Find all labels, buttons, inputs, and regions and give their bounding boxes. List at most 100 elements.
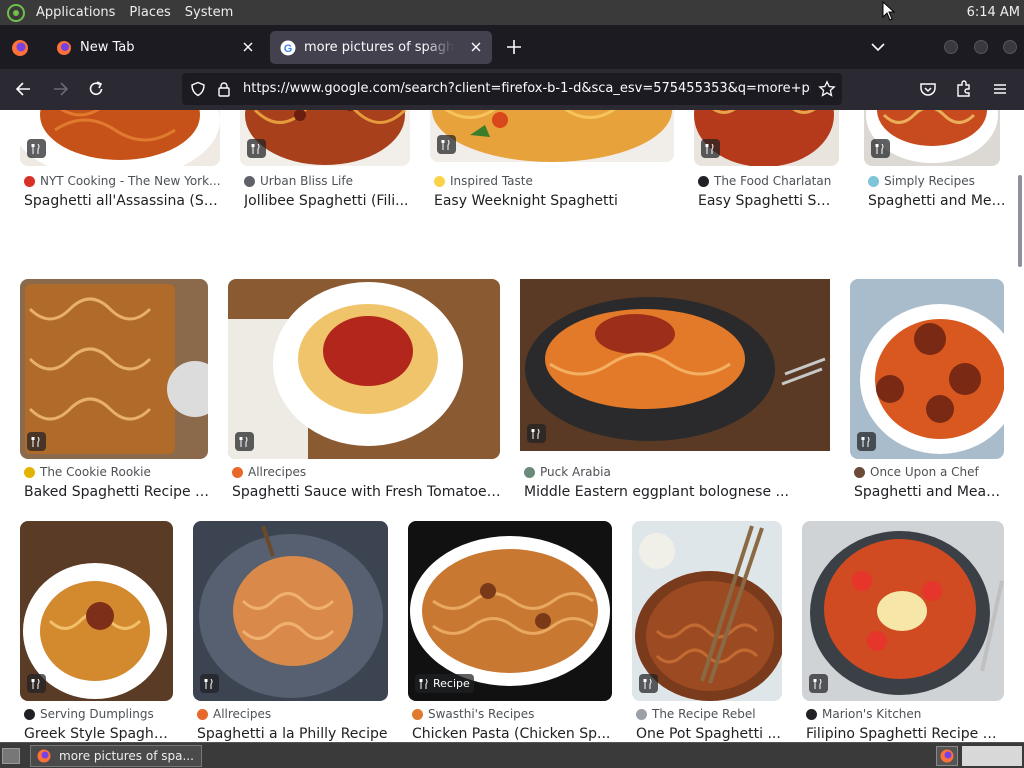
result-thumbnail[interactable] <box>430 110 674 162</box>
utensils-icon <box>875 143 884 154</box>
result-thumbnail[interactable]: Recipe <box>408 521 612 701</box>
site-favicon-icon <box>412 708 423 720</box>
result-title[interactable]: Middle Eastern eggplant bolognese ... <box>524 484 824 500</box>
image-result-card[interactable]: Allrecipes Spaghetti a la Philly Recipe <box>193 521 388 742</box>
result-source: NYT Cooking - The New York... <box>24 174 221 188</box>
workspace-switcher[interactable] <box>936 746 958 766</box>
image-result-card[interactable]: Marion's Kitchen Filipino Spaghetti Reci… <box>802 521 1004 742</box>
recipe-badge <box>809 674 828 693</box>
result-thumbnail[interactable] <box>520 279 830 451</box>
lock-icon[interactable] <box>216 81 232 97</box>
result-title[interactable]: Greek Style Spaghe... <box>24 726 174 742</box>
utensils-icon <box>643 678 652 689</box>
utensils-icon <box>531 428 540 439</box>
close-window-button[interactable] <box>1003 40 1017 54</box>
pocket-icon[interactable] <box>918 79 938 99</box>
result-thumbnail[interactable] <box>193 521 388 701</box>
tab-bar: New Tab G more pictures of spaghetti - G… <box>0 25 1024 69</box>
bookmark-star-icon[interactable] <box>818 80 836 98</box>
menu-system[interactable]: System <box>178 0 240 25</box>
result-source: The Cookie Rookie <box>24 465 151 479</box>
image-results-grid: NYT Cooking - The New York... Spaghetti … <box>0 110 1024 742</box>
result-source: Swasthi's Recipes <box>412 707 534 721</box>
image-result-card[interactable]: Puck Arabia Middle Eastern eggplant bolo… <box>520 279 830 505</box>
firefox-icon <box>37 749 51 763</box>
site-favicon-icon <box>524 466 535 478</box>
image-result-card[interactable]: Serving Dumplings Greek Style Spaghe... <box>20 521 176 742</box>
panel-clock[interactable]: 6:14 AM <box>967 0 1020 25</box>
result-title[interactable]: Easy Weeknight Spaghetti <box>434 193 678 209</box>
tracking-protection-shield-icon[interactable] <box>190 81 206 97</box>
result-thumbnail[interactable] <box>20 279 208 459</box>
image-result-card[interactable]: The Food Charlatan Easy Spaghetti Sa... <box>694 110 839 220</box>
result-title[interactable]: Spaghetti and Meat... <box>854 484 1004 500</box>
result-thumbnail[interactable] <box>228 279 500 459</box>
image-result-card[interactable]: Simply Recipes Spaghetti and Mea... <box>864 110 1008 220</box>
menu-applications[interactable]: Applications <box>29 0 122 25</box>
result-title[interactable]: Spaghetti a la Philly Recipe <box>197 726 389 742</box>
result-thumbnail[interactable] <box>694 110 839 166</box>
firefox-view-button[interactable] <box>6 34 34 62</box>
result-title[interactable]: Spaghetti Sauce with Fresh Tomatoes ... <box>232 484 504 500</box>
url-text[interactable]: https://www.google.com/search?client=fir… <box>243 73 811 105</box>
image-result-card[interactable]: Urban Bliss Life Jollibee Spaghetti (Fil… <box>240 110 410 220</box>
result-thumbnail[interactable] <box>632 521 782 701</box>
utensils-icon <box>441 139 450 150</box>
result-source: Once Upon a Chef <box>854 465 979 479</box>
distro-logo-icon[interactable] <box>5 2 27 24</box>
utensils-icon <box>31 678 40 689</box>
extensions-puzzle-icon[interactable] <box>954 79 974 99</box>
result-thumbnail[interactable] <box>240 110 410 166</box>
bottom-taskbar: more pictures of spa... <box>0 742 1024 768</box>
recipe-badge <box>27 432 46 451</box>
show-desktop-icon[interactable] <box>2 748 20 764</box>
result-title[interactable]: Baked Spaghetti Recipe -... <box>24 484 212 500</box>
menu-places[interactable]: Places <box>122 0 177 25</box>
image-result-card[interactable]: The Cookie Rookie Baked Spaghetti Recipe… <box>20 279 212 505</box>
workspace-switcher-empty[interactable] <box>962 746 1022 766</box>
close-tab-icon[interactable] <box>468 39 484 55</box>
hamburger-menu-icon[interactable] <box>990 79 1010 99</box>
result-thumbnail[interactable] <box>20 521 173 701</box>
taskbar-window-button[interactable]: more pictures of spa... <box>30 745 202 767</box>
recipe-badge <box>437 135 456 154</box>
result-title[interactable]: Spaghetti and Mea... <box>868 193 1008 209</box>
result-thumbnail[interactable] <box>864 110 1000 166</box>
tab-new-tab[interactable]: New Tab <box>44 31 264 64</box>
forward-arrow-icon[interactable] <box>50 79 70 99</box>
close-tab-icon[interactable] <box>240 39 256 55</box>
result-thumbnail[interactable] <box>850 279 1004 459</box>
image-result-card[interactable]: Inspired Taste Easy Weeknight Spaghetti <box>430 110 674 220</box>
result-source: Puck Arabia <box>524 465 611 479</box>
image-result-card[interactable]: NYT Cooking - The New York... Spaghetti … <box>20 110 224 220</box>
result-source: Simply Recipes <box>868 174 975 188</box>
site-favicon-icon <box>868 175 879 187</box>
result-title[interactable]: Spaghetti all'Assassina (Spi... <box>24 193 224 209</box>
url-bar[interactable]: https://www.google.com/search?client=fir… <box>182 73 842 105</box>
utensils-icon <box>251 143 260 154</box>
utensils-icon <box>31 143 40 154</box>
result-title[interactable]: Easy Spaghetti Sa... <box>698 193 838 209</box>
new-tab-plus-icon[interactable] <box>505 38 523 56</box>
recipe-badge <box>527 424 546 443</box>
tab-google-search[interactable]: G more pictures of spaghetti - Google Se… <box>270 31 492 64</box>
result-source: The Recipe Rebel <box>636 707 756 721</box>
result-title[interactable]: Filipino Spaghetti Recipe | ... <box>806 726 1001 742</box>
result-title[interactable]: One Pot Spaghetti ... <box>636 726 784 742</box>
image-result-card[interactable]: Allrecipes Spaghetti Sauce with Fresh To… <box>228 279 504 505</box>
maximize-window-button[interactable] <box>974 40 988 54</box>
image-result-card[interactable]: Recipe Swasthi's Recipes Chicken Pasta (… <box>408 521 612 742</box>
minimize-window-button[interactable] <box>944 40 958 54</box>
page-scrollbar-thumb[interactable] <box>1018 175 1022 267</box>
back-arrow-icon[interactable] <box>14 79 34 99</box>
image-result-card[interactable]: The Recipe Rebel One Pot Spaghetti ... <box>632 521 782 742</box>
result-source: Inspired Taste <box>434 174 533 188</box>
result-title[interactable]: Jollibee Spaghetti (Fili... <box>244 193 414 209</box>
result-title[interactable]: Chicken Pasta (Chicken Sp... <box>412 726 612 742</box>
result-source: Allrecipes <box>197 707 271 721</box>
list-all-tabs-chevron-icon[interactable] <box>870 39 886 55</box>
image-result-card[interactable]: Once Upon a Chef Spaghetti and Meat... <box>850 279 1004 505</box>
result-thumbnail[interactable] <box>802 521 1004 701</box>
reload-icon[interactable] <box>86 79 106 99</box>
result-thumbnail[interactable] <box>20 110 220 166</box>
